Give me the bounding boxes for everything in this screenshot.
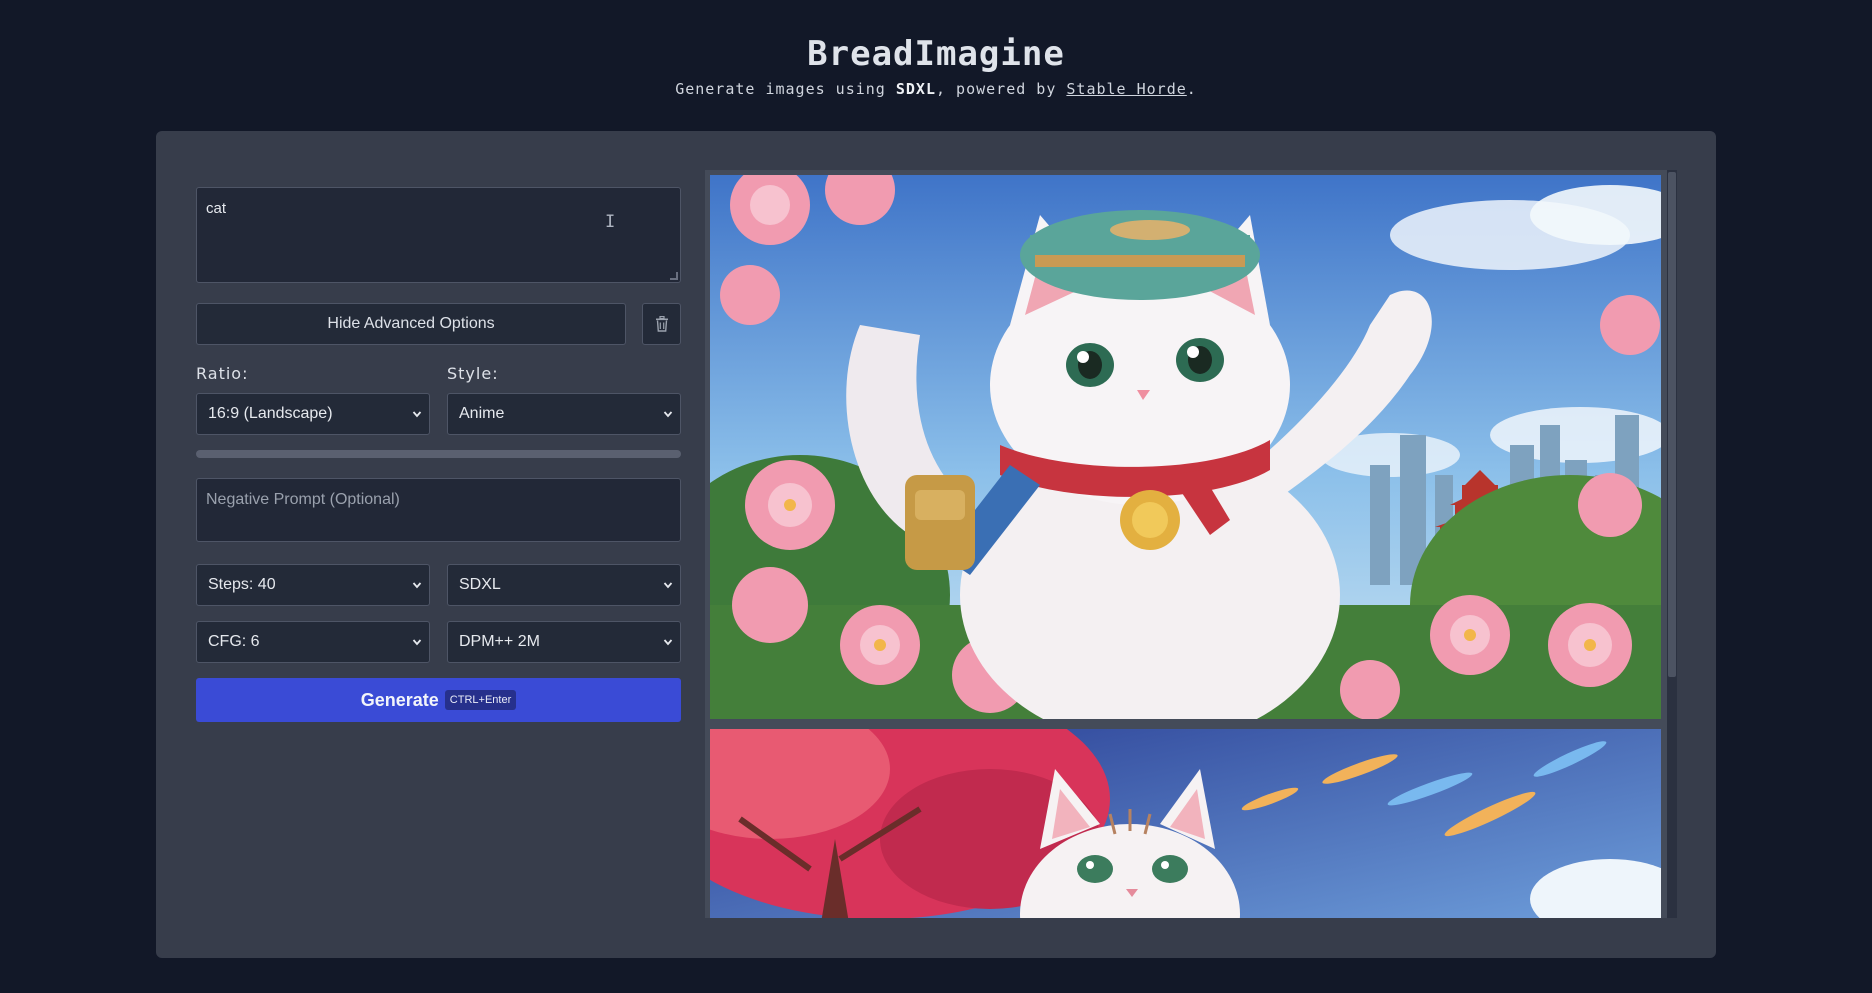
generate-shortcut-badge: CTRL+Enter [444,690,517,710]
negative-prompt-input[interactable]: Negative Prompt (Optional) [196,478,681,542]
model-select[interactable]: SDXL [447,564,681,606]
ratio-value: 16:9 (Landscape) [208,405,333,422]
clear-button[interactable] [642,303,681,345]
stable-horde-link[interactable]: Stable Horde [1066,80,1186,98]
generated-image-art [710,175,1661,719]
chevron-down-icon [412,411,422,418]
chevron-down-icon [663,639,673,646]
chevron-down-icon [412,639,422,646]
generated-image-art [710,729,1661,918]
header: BreadImagine Generate images using SDXL,… [0,34,1872,98]
style-label: Style: [447,364,499,383]
prompt-input[interactable]: cat [196,187,681,283]
sampler-select[interactable]: DPM++ 2M [447,621,681,663]
app-subtitle: Generate images using SDXL, powered by S… [0,80,1872,98]
steps-value: Steps: 40 [208,576,276,593]
ratio-select[interactable]: 16:9 (Landscape) [196,393,430,435]
cfg-select[interactable]: CFG: 6 [196,621,430,663]
cfg-value: CFG: 6 [208,633,260,650]
chevron-down-icon [663,582,673,589]
image-gallery[interactable] [705,170,1667,918]
style-value: Anime [459,405,505,422]
generated-image[interactable] [710,729,1661,918]
gallery-scrollbar-thumb[interactable] [1668,172,1676,677]
app-title: BreadImagine [807,34,1065,74]
progress-bar [196,450,681,458]
chevron-down-icon [412,582,422,589]
ratio-label: Ratio: [196,364,249,383]
generated-image[interactable] [710,175,1661,719]
subtitle-prefix: Generate images using [675,80,896,98]
model-value: SDXL [459,576,501,593]
subtitle-model: SDXL [895,80,936,98]
hide-advanced-options-button[interactable]: Hide Advanced Options [196,303,626,345]
chevron-down-icon [663,411,673,418]
style-select[interactable]: Anime [447,393,681,435]
subtitle-suffix: . [1186,80,1197,98]
steps-select[interactable]: Steps: 40 [196,564,430,606]
trash-icon [655,316,668,332]
sampler-value: DPM++ 2M [459,633,540,650]
generate-button[interactable]: Generate CTRL+Enter [196,678,681,722]
text-cursor-icon: I [605,212,616,232]
generate-label: Generate [360,689,439,710]
subtitle-mid: , powered by [936,80,1067,98]
resize-grip-icon[interactable] [670,272,678,280]
prompt-text: cat [206,200,227,217]
